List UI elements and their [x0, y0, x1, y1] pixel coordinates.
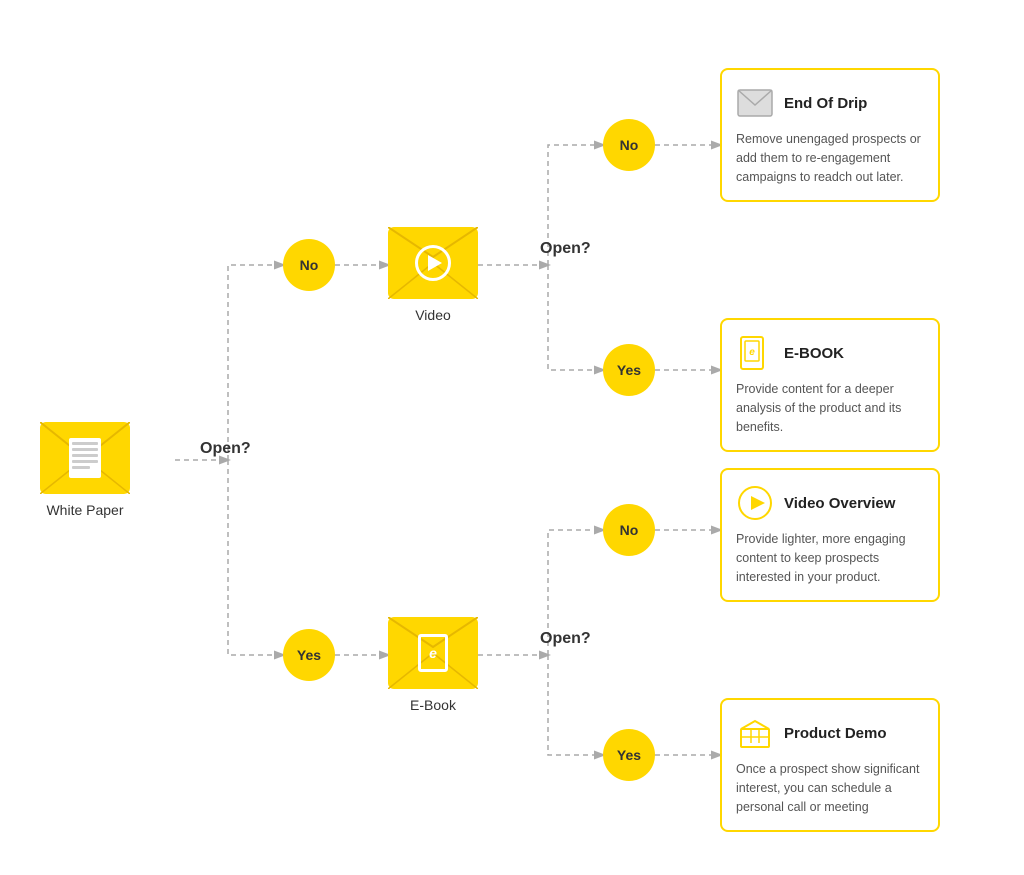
result-card-ebook: e E-BOOK Provide content for a deeper an… [720, 318, 940, 452]
ebook-card-icon: e [736, 334, 774, 372]
question-open-2: Open? [540, 240, 591, 258]
product-demo-title: Product Demo [784, 725, 887, 742]
yes-circle-2: Yes [603, 344, 655, 396]
result-card-end-of-drip: End Of Drip Remove unengaged prospects o… [720, 68, 940, 202]
result-card-product-demo: Product Demo Once a prospect show signif… [720, 698, 940, 832]
svg-text:e: e [749, 347, 755, 358]
no-circle-2: No [603, 119, 655, 171]
no-circle-1: No [283, 239, 335, 291]
white-paper-node: White Paper [40, 422, 130, 518]
no-circle-3: No [603, 504, 655, 556]
video-card-icon [736, 484, 774, 522]
end-of-drip-title: End Of Drip [784, 95, 867, 112]
question-open-1: Open? [200, 440, 251, 458]
result-card-header-2: e E-BOOK [736, 334, 924, 372]
yes-circle-3: Yes [603, 729, 655, 781]
video-overview-text: Provide lighter, more engaging content t… [736, 530, 924, 586]
end-of-drip-text: Remove unengaged prospects or add them t… [736, 130, 924, 186]
question-open-3: Open? [540, 630, 591, 648]
diagram-container: White Paper Open? No Yes Video [0, 0, 1024, 875]
ebook-card-title: E-BOOK [784, 345, 844, 362]
yes-circle-1: Yes [283, 629, 335, 681]
result-card-header-4: Product Demo [736, 714, 924, 752]
box-card-icon [736, 714, 774, 752]
result-card-header-1: End Of Drip [736, 84, 924, 122]
white-paper-label: White Paper [46, 502, 123, 518]
video-node: Video [388, 227, 478, 323]
video-overview-title: Video Overview [784, 495, 895, 512]
ebook-label: E-Book [410, 697, 456, 713]
ebook-card-text: Provide content for a deeper analysis of… [736, 380, 924, 436]
result-card-video-overview: Video Overview Provide lighter, more eng… [720, 468, 940, 602]
video-label: Video [415, 307, 451, 323]
product-demo-text: Once a prospect show significant interes… [736, 760, 924, 816]
email-gray-icon [736, 84, 774, 122]
ebook-node: e E-Book [388, 617, 478, 713]
result-card-header-3: Video Overview [736, 484, 924, 522]
